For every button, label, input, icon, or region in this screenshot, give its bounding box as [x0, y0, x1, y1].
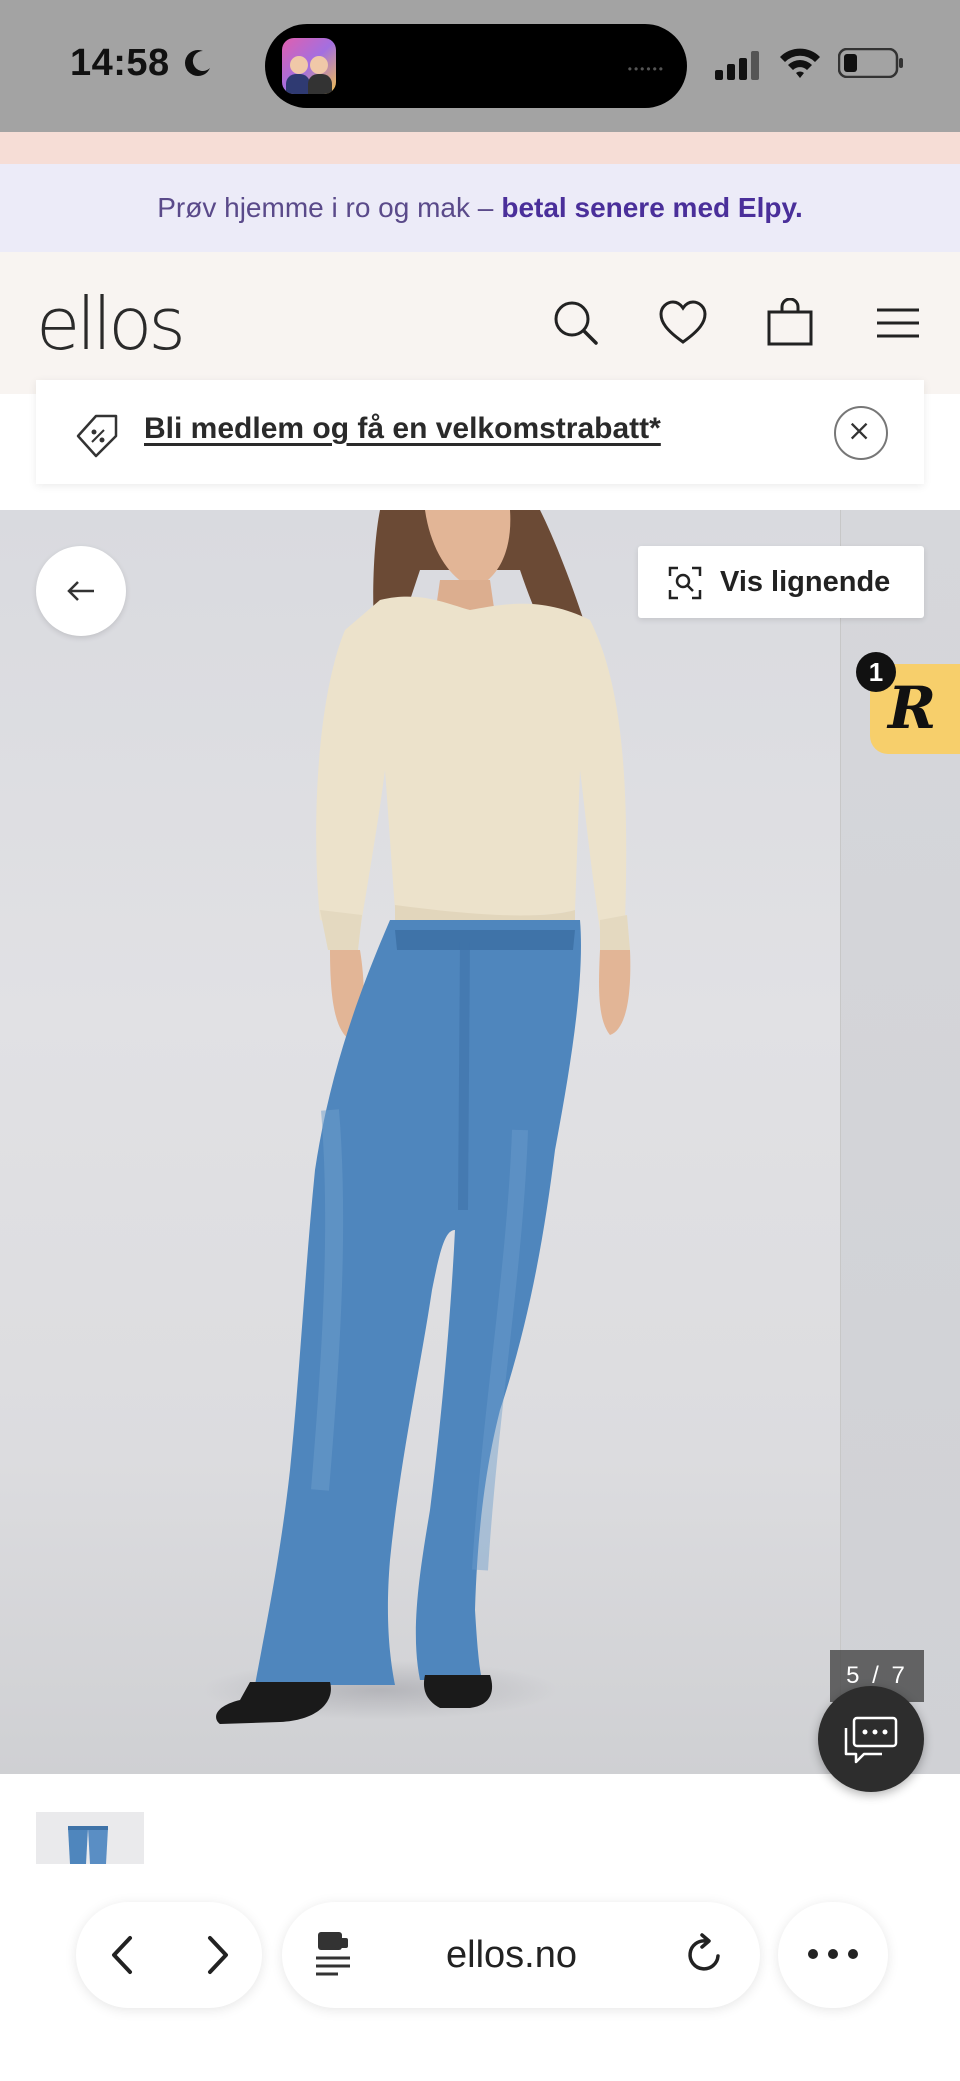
- audio-wave-icon: ••••••: [627, 62, 665, 76]
- close-icon: [850, 422, 868, 440]
- arrow-left-icon: [67, 581, 94, 601]
- signal-icon: [715, 51, 759, 80]
- ellos-logo[interactable]: ellos: [36, 282, 186, 366]
- elpy-banner-link[interactable]: betal senere med Elpy.: [501, 192, 802, 224]
- show-similar-label: Vis lignende: [720, 566, 891, 598]
- chat-button[interactable]: [818, 1686, 924, 1792]
- model-photo: [216, 510, 631, 1724]
- site-header: ellos: [0, 252, 960, 394]
- moon-icon: [185, 50, 210, 76]
- tag-icon: [76, 414, 118, 458]
- tabs-icon[interactable]: [312, 1930, 356, 1980]
- rewards-count: 1: [856, 652, 896, 692]
- elpy-banner-text: Prøv hjemme i ro og mak –: [157, 192, 494, 223]
- browser-toolbar: ellos.no: [0, 1866, 960, 2081]
- back-button[interactable]: [36, 546, 126, 636]
- now-playing-artwork: [282, 38, 336, 94]
- promo-strip: [0, 132, 960, 164]
- rewards-letter: R: [888, 674, 937, 742]
- product-image[interactable]: [0, 510, 960, 1774]
- close-button[interactable]: [834, 406, 888, 460]
- nav-buttons: [76, 1902, 262, 2008]
- heart-icon[interactable]: [658, 298, 708, 348]
- status-time: 14:58: [70, 42, 170, 84]
- url-text[interactable]: ellos.no: [446, 1934, 577, 1977]
- thumbnail[interactable]: [36, 1812, 144, 1864]
- reload-icon[interactable]: [682, 1932, 728, 1978]
- visual-search-icon: [668, 566, 702, 600]
- battery-icon: [838, 48, 903, 78]
- wifi-icon: [780, 48, 820, 78]
- bag-icon[interactable]: [765, 298, 815, 348]
- more-icon: [808, 1949, 858, 1959]
- member-banner: Bli medlem og få en velkomstrabatt*: [36, 380, 924, 484]
- address-bar[interactable]: ellos.no: [282, 1902, 760, 2008]
- elpy-banner[interactable]: Prøv hjemme i ro og mak – betal senere m…: [0, 164, 960, 252]
- chat-icon: [844, 1716, 898, 1764]
- dynamic-island: ••••••: [265, 24, 687, 108]
- member-signup-link[interactable]: Bli medlem og få en velkomstrabatt*: [144, 412, 661, 446]
- more-button[interactable]: [778, 1902, 888, 2008]
- show-similar-button[interactable]: Vis lignende: [638, 546, 924, 618]
- status-bar: 14:58 ••••••: [0, 0, 960, 132]
- chevron-left-icon[interactable]: [100, 1932, 146, 1978]
- thumbnail-image: [68, 1826, 108, 1864]
- menu-icon[interactable]: [873, 298, 923, 348]
- search-icon[interactable]: [551, 298, 601, 348]
- chevron-right-icon[interactable]: [194, 1932, 240, 1978]
